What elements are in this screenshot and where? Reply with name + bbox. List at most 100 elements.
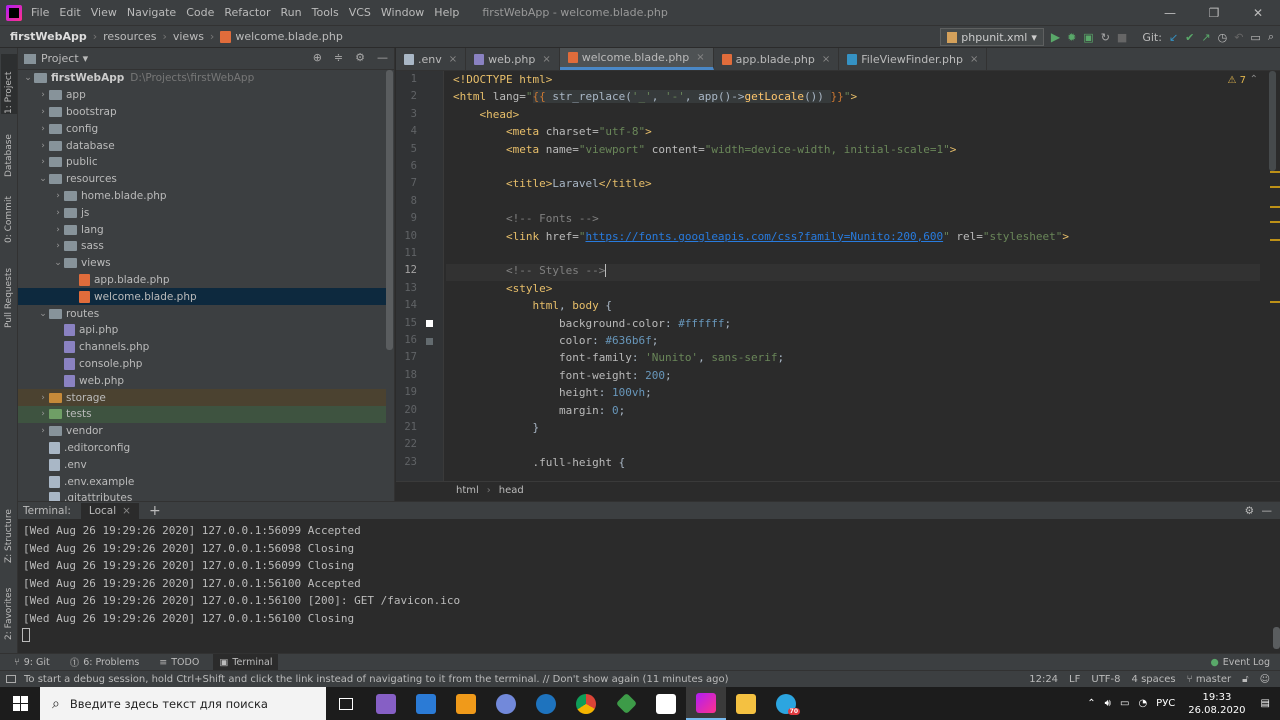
tree-root[interactable]: ⌄ firstWebApp D:\Projects\firstWebApp <box>18 70 386 87</box>
code-editor[interactable]: 1 2 3 4 5 6 7 8 9 10 11 12 13 14 15 16 17 18 19 20 21 22 23 ⚠ … <box>396 71 1280 481</box>
tool-structure[interactable]: Z: Structure <box>1 503 17 563</box>
file-encoding[interactable]: UTF-8 <box>1091 674 1120 685</box>
breadcrumb-views[interactable]: views <box>173 30 204 43</box>
windows-start-icon[interactable] <box>0 687 40 720</box>
locate-icon[interactable]: ⊕ <box>313 51 322 64</box>
gear-icon[interactable]: ⚙ <box>1245 505 1254 517</box>
rollback-icon[interactable]: ↶ <box>1234 31 1243 44</box>
breadcrumb-resources[interactable]: resources <box>103 30 156 43</box>
gear-icon[interactable]: ⚙ <box>355 51 365 64</box>
tree-item[interactable]: › app <box>18 87 386 104</box>
visual-studio-icon[interactable] <box>366 687 406 720</box>
tree-item[interactable]: › storage <box>18 389 386 406</box>
tree-item[interactable]: api.php <box>18 322 386 339</box>
discord-icon[interactable] <box>486 687 526 720</box>
editor-tab[interactable]: .env × <box>396 48 467 70</box>
chevron-right-icon[interactable]: › <box>52 225 64 235</box>
chevron-right-icon[interactable]: › <box>37 107 49 117</box>
tool-window-button[interactable]: ≡ TODO <box>153 654 205 671</box>
chevron-down-icon[interactable]: ⌄ <box>37 174 49 184</box>
menu-edit[interactable]: Edit <box>54 6 85 19</box>
tree-item[interactable]: welcome.blade.php <box>18 288 386 306</box>
battery-icon[interactable]: ▭ <box>1120 698 1129 709</box>
git-commit-icon[interactable]: ✔ <box>1185 31 1194 44</box>
tree-item[interactable]: ⌄ resources <box>18 171 386 188</box>
debug-icon[interactable]: ✹ <box>1067 31 1076 44</box>
status-message[interactable]: To start a debug session, hold Ctrl+Shif… <box>24 674 729 685</box>
chevron-right-icon[interactable]: › <box>37 157 49 167</box>
minimize-icon[interactable]: — <box>1148 0 1192 25</box>
menu-vcs[interactable]: VCS <box>344 6 376 19</box>
chevron-down-icon[interactable]: ⌄ <box>52 258 64 268</box>
menu-view[interactable]: View <box>86 6 122 19</box>
caret-position[interactable]: 12:24 <box>1029 674 1058 685</box>
task-view-icon[interactable] <box>326 687 366 720</box>
chevron-down-icon[interactable]: ▾ <box>83 52 89 65</box>
tree-item[interactable]: › tests <box>18 405 386 423</box>
project-scrollbar[interactable] <box>386 70 393 350</box>
color-swatch-gray[interactable] <box>426 338 433 345</box>
crumb-html[interactable]: html <box>456 485 479 496</box>
run-icon[interactable]: ▶ <box>1051 30 1060 44</box>
tool-project[interactable]: 1: Project <box>1 54 17 114</box>
color-swatch-white[interactable] <box>426 320 433 327</box>
tool-commit[interactable]: 0: Commit <box>1 188 17 243</box>
breadcrumb-project[interactable]: firstWebApp <box>10 30 87 43</box>
tree-item[interactable]: › js <box>18 204 386 221</box>
terminal-scrollbar[interactable] <box>1273 627 1280 649</box>
tree-item[interactable]: .env <box>18 456 386 473</box>
hide-icon[interactable]: — <box>377 51 388 64</box>
tree-item[interactable]: web.php <box>18 372 386 389</box>
tree-item[interactable]: › vendor <box>18 423 386 440</box>
editor-scrollbar[interactable] <box>1269 71 1276 171</box>
file-explorer-icon[interactable] <box>726 687 766 720</box>
lock-icon[interactable]: 🔓︎ <box>1242 674 1248 685</box>
editor-tab[interactable]: web.php × <box>466 48 560 70</box>
close-icon[interactable]: × <box>449 54 457 65</box>
history-icon[interactable]: ◷ <box>1218 31 1228 44</box>
menu-code[interactable]: Code <box>181 6 219 19</box>
close-icon[interactable]: × <box>122 505 131 517</box>
editor-tab[interactable]: FileViewFinder.php × <box>839 48 988 70</box>
inspector-icon[interactable]: ☺ <box>1260 674 1270 685</box>
chrome-icon[interactable] <box>566 687 606 720</box>
chevron-right-icon[interactable]: › <box>37 393 49 403</box>
network-icon[interactable]: ◔ <box>1138 698 1147 709</box>
notifications-icon[interactable]: ▤ <box>1261 698 1270 709</box>
collapse-icon[interactable]: ≑ <box>334 51 343 64</box>
tree-item[interactable]: ⌄ views <box>18 255 386 272</box>
menu-help[interactable]: Help <box>429 6 464 19</box>
close-icon[interactable]: × <box>696 52 704 63</box>
tree-item[interactable]: channels.php <box>18 339 386 356</box>
tool-favorites[interactable]: 2: Favorites <box>1 580 17 640</box>
add-tab-icon[interactable]: + <box>149 503 161 519</box>
tool-window-button[interactable]: ⑂ 9: Git <box>8 654 56 671</box>
breadcrumb-file[interactable]: welcome.blade.php <box>235 30 343 43</box>
close-icon[interactable]: × <box>542 54 550 65</box>
clock[interactable]: 19:33 26.08.2020 <box>1188 691 1245 717</box>
profile-icon[interactable]: ↻ <box>1101 31 1110 44</box>
close-icon[interactable]: × <box>822 54 830 65</box>
menu-navigate[interactable]: Navigate <box>122 6 181 19</box>
crumb-head[interactable]: head <box>499 485 524 496</box>
chevron-down-icon[interactable]: ⌄ <box>37 309 49 319</box>
tree-item[interactable]: app.blade.php <box>18 272 386 289</box>
tree-item[interactable]: .env.example <box>18 473 386 490</box>
chevron-up-icon[interactable]: ⌃ <box>1087 698 1095 709</box>
taskbar-search[interactable]: ⌕ Введите здесь текст для поиска <box>40 687 326 720</box>
menu-window[interactable]: Window <box>376 6 429 19</box>
language-indicator[interactable]: РУС <box>1156 698 1175 709</box>
git-update-icon[interactable]: ↙ <box>1169 31 1178 44</box>
code-editor-icon[interactable] <box>646 687 686 720</box>
status-toggle-icon[interactable] <box>6 675 16 683</box>
hide-icon[interactable]: — <box>1262 505 1273 517</box>
project-panel-title[interactable]: Project <box>41 52 79 65</box>
search-everywhere-icon[interactable]: ⌕ <box>1268 30 1274 44</box>
tree-item[interactable]: .editorconfig <box>18 440 386 457</box>
tree-item[interactable]: › sass <box>18 238 386 255</box>
chevron-right-icon[interactable]: › <box>37 90 49 100</box>
menu-run[interactable]: Run <box>276 6 307 19</box>
coverage-icon[interactable]: ▣ <box>1083 31 1093 44</box>
run-config-select[interactable]: phpunit.xml ▾ <box>940 28 1044 46</box>
telegram-icon[interactable]: 70 <box>766 687 806 720</box>
